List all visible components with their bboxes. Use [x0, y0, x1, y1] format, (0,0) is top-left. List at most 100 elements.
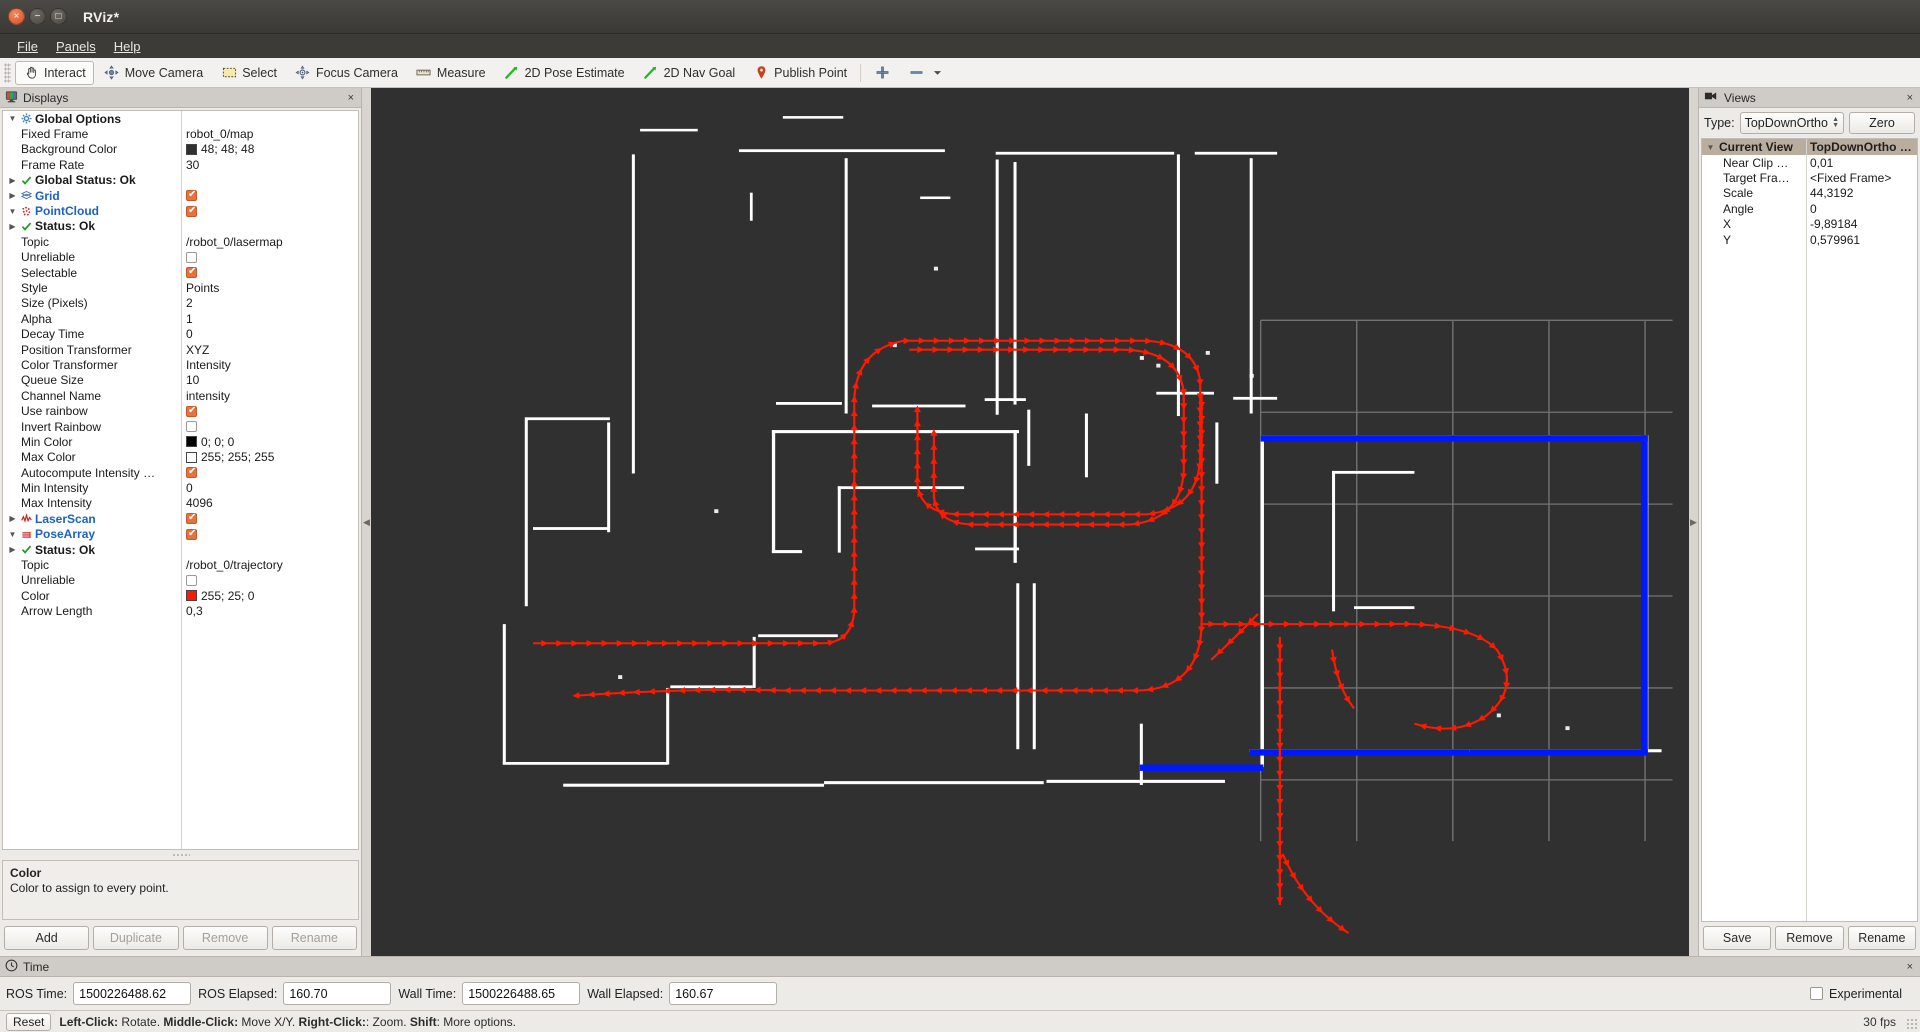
display-property-row[interactable]: Frame Rate 30 — [3, 157, 358, 172]
display-property-row[interactable]: Min Color 0; 0; 0 — [3, 434, 358, 449]
display-property-row[interactable]: Size (Pixels) 2 — [3, 296, 358, 311]
rename-view-button[interactable]: Rename — [1847, 926, 1916, 950]
display-property-value-cell[interactable] — [181, 267, 358, 279]
expand-arrow-icon[interactable] — [1705, 143, 1716, 152]
display-property-value-cell[interactable]: 30 — [181, 158, 358, 172]
view-property-row[interactable]: X -9,89184 — [1702, 217, 1917, 232]
display-property-row[interactable]: PointCloud — [3, 203, 358, 218]
display-property-value-cell[interactable] — [181, 513, 358, 525]
enable-checkbox[interactable] — [186, 267, 197, 279]
display-property-value-cell[interactable]: Intensity — [181, 358, 358, 372]
rename-display-button[interactable]: Rename — [271, 926, 357, 950]
display-property-row[interactable]: Invert Rainbow — [3, 419, 358, 434]
display-property-row[interactable]: Global Options — [3, 111, 358, 126]
view-property-row[interactable]: Y 0,579961 — [1702, 232, 1917, 247]
view-property-value[interactable]: 0 — [1806, 202, 1917, 216]
views-panel-close-icon[interactable]: × — [1905, 92, 1915, 104]
experimental-toggle[interactable]: Experimental — [1810, 987, 1914, 1001]
menu-panels[interactable]: Panels — [47, 37, 105, 56]
save-view-button[interactable]: Save — [1703, 926, 1772, 950]
display-property-value-cell[interactable]: XYZ — [181, 343, 358, 357]
display-property-row[interactable]: Queue Size 10 — [3, 373, 358, 388]
display-property-value-cell[interactable]: 10 — [181, 373, 358, 387]
window-close-button[interactable]: × — [8, 8, 25, 25]
display-property-row[interactable]: Color 255; 25; 0 — [3, 588, 358, 603]
display-property-value-cell[interactable]: intensity — [181, 389, 358, 403]
view-property-value[interactable]: 44,3192 — [1806, 186, 1917, 200]
display-property-row[interactable]: Max Intensity 4096 — [3, 496, 358, 511]
expand-arrow-icon[interactable] — [7, 114, 18, 123]
display-property-value-cell[interactable] — [181, 574, 358, 586]
display-property-row[interactable]: Max Color 255; 255; 255 — [3, 450, 358, 465]
experimental-checkbox[interactable] — [1810, 987, 1824, 1000]
display-property-row[interactable]: Color Transformer Intensity — [3, 357, 358, 372]
display-property-row[interactable]: Style Points — [3, 280, 358, 295]
tool-interact[interactable]: Interact — [15, 60, 94, 85]
views-column-divider[interactable] — [1806, 139, 1807, 921]
display-property-value-cell[interactable] — [181, 421, 358, 432]
menu-help[interactable]: Help — [105, 37, 150, 56]
view-property-value[interactable]: 0,579961 — [1806, 233, 1917, 247]
display-property-value-cell[interactable]: 0 — [181, 327, 358, 341]
enable-checkbox[interactable] — [186, 205, 197, 217]
display-property-row[interactable]: Background Color 48; 48; 48 — [3, 142, 358, 157]
display-property-row[interactable]: Global Status: Ok — [3, 173, 358, 188]
left-viewport-splitter[interactable]: ◀ — [362, 88, 371, 956]
display-property-value-cell[interactable] — [181, 405, 358, 417]
view-property-value[interactable]: 0,01 — [1806, 156, 1917, 170]
display-property-row[interactable]: Grid — [3, 188, 358, 203]
render-viewport-3d[interactable] — [371, 88, 1689, 956]
view-property-row[interactable]: Angle 0 — [1702, 201, 1917, 216]
expand-arrow-icon[interactable] — [7, 530, 18, 539]
view-property-row[interactable]: Near Clip … 0,01 — [1702, 155, 1917, 170]
display-property-row[interactable]: LaserScan — [3, 511, 358, 526]
color-swatch[interactable] — [186, 143, 197, 155]
display-property-row[interactable]: Selectable — [3, 265, 358, 280]
add-display-button[interactable]: Add — [4, 926, 90, 950]
tool-move-camera[interactable]: Move Camera — [96, 61, 212, 85]
display-property-row[interactable]: Status: Ok — [3, 542, 358, 557]
display-property-value-cell[interactable]: Points — [181, 281, 358, 295]
tool-measure[interactable]: Measure — [408, 61, 494, 85]
color-swatch[interactable] — [186, 590, 197, 602]
wall-time-input[interactable]: 1500226488.65 — [462, 982, 581, 1005]
display-property-row[interactable]: Autocompute Intensity … — [3, 465, 358, 480]
view-property-value[interactable]: <Fixed Frame> — [1806, 171, 1917, 185]
display-property-row[interactable]: Min Intensity 0 — [3, 480, 358, 495]
enable-checkbox[interactable] — [186, 405, 197, 417]
display-property-row[interactable]: Decay Time 0 — [3, 326, 358, 341]
display-property-row[interactable]: Topic/robot_0/trajectory — [3, 557, 358, 572]
displays-splitter[interactable] — [0, 852, 361, 858]
expand-arrow-icon[interactable] — [7, 545, 18, 554]
display-property-row[interactable]: PoseArray — [3, 527, 358, 542]
color-swatch[interactable] — [186, 436, 197, 448]
display-property-value-cell[interactable]: 255; 25; 0 — [181, 589, 358, 603]
toolbar-drag-handle[interactable] — [4, 62, 11, 83]
remove-display-button[interactable]: Remove — [182, 926, 268, 950]
ros-time-input[interactable]: 1500226488.62 — [73, 982, 192, 1005]
expand-arrow-icon[interactable] — [7, 207, 18, 216]
display-property-row[interactable]: Position Transformer XYZ — [3, 342, 358, 357]
enable-checkbox[interactable] — [186, 251, 197, 263]
duplicate-display-button[interactable]: Duplicate — [93, 926, 179, 950]
expand-arrow-icon[interactable] — [7, 222, 18, 231]
tool-2d-pose-estimate[interactable]: 2D Pose Estimate — [496, 61, 633, 85]
display-property-value-cell[interactable] — [181, 251, 358, 263]
time-panel-close-icon[interactable]: × — [1905, 961, 1915, 973]
display-property-value-cell[interactable]: robot_0/map — [181, 127, 358, 141]
view-property-value[interactable]: -9,89184 — [1806, 217, 1917, 231]
expand-arrow-icon[interactable] — [7, 514, 18, 523]
tool-add-tool-button[interactable] — [866, 61, 898, 85]
resize-grip[interactable] — [1906, 1018, 1918, 1030]
tool-publish-point[interactable]: Publish Point — [745, 61, 855, 85]
display-property-value-cell[interactable]: 1 — [181, 312, 358, 326]
display-property-value-cell[interactable]: 0,3 — [181, 604, 358, 618]
enable-checkbox[interactable] — [186, 421, 197, 432]
expand-arrow-icon[interactable] — [7, 191, 18, 200]
view-property-row[interactable]: Scale 44,3192 — [1702, 186, 1917, 201]
display-property-row[interactable]: Unreliable — [3, 573, 358, 588]
color-swatch[interactable] — [186, 451, 197, 463]
enable-checkbox[interactable] — [186, 513, 197, 525]
display-property-value-cell[interactable] — [181, 528, 358, 540]
display-property-value-cell[interactable]: 48; 48; 48 — [181, 142, 358, 156]
